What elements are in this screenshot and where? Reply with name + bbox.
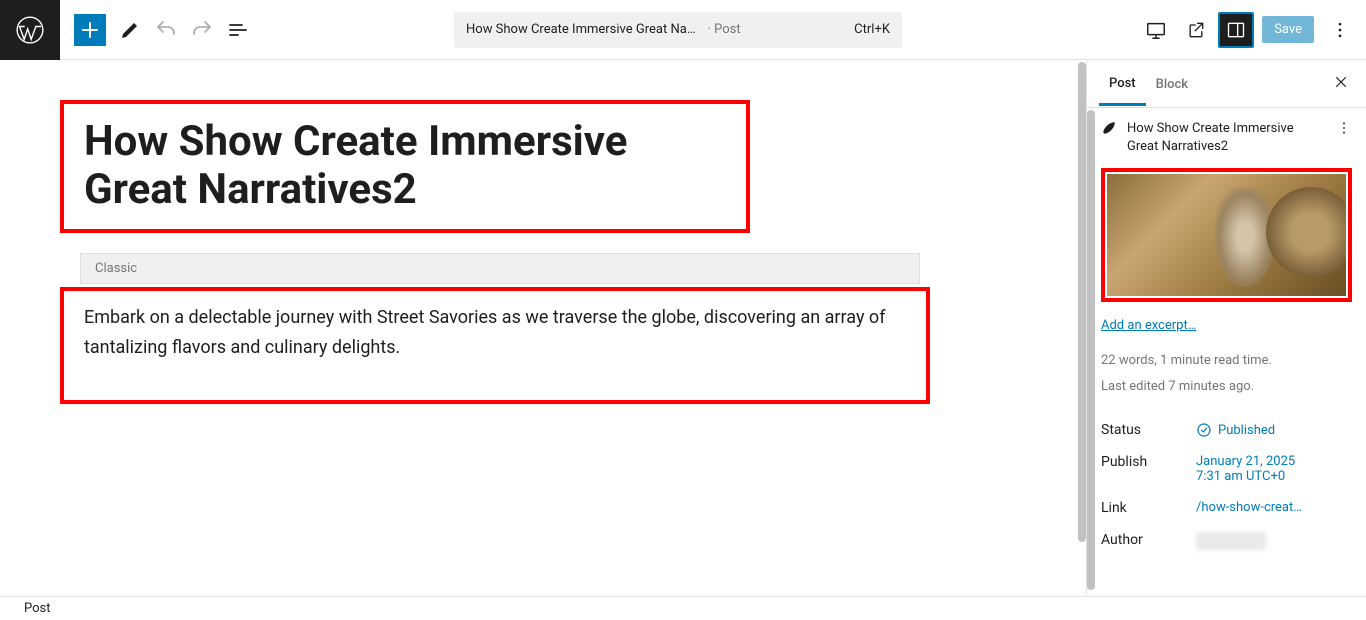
publish-time: 7:31 am UTC+0 <box>1196 469 1352 484</box>
edit-tool-button[interactable] <box>112 12 148 48</box>
last-edited-text: Last edited 7 minutes ago. <box>1101 377 1352 397</box>
status-value[interactable]: Published <box>1196 422 1352 438</box>
content-paragraph: Embark on a delectable journey with Stre… <box>84 303 906 364</box>
author-label: Author <box>1101 532 1196 548</box>
status-label: Status <box>1101 422 1196 438</box>
editor-canvas[interactable]: How Show Create Immersive Great Narrativ… <box>0 60 1086 595</box>
link-label: Link <box>1101 500 1196 516</box>
wordpress-logo[interactable] <box>0 0 60 60</box>
view-external-button[interactable] <box>1178 12 1214 48</box>
document-shortcut: Ctrl+K <box>854 22 890 37</box>
view-desktop-button[interactable] <box>1138 12 1174 48</box>
footer-breadcrumb[interactable]: Post <box>0 596 1366 620</box>
post-title-block[interactable]: How Show Create Immersive Great Narrativ… <box>60 100 750 233</box>
document-title: How Show Create Immersive Great Na… <box>466 22 696 37</box>
redo-button[interactable] <box>184 12 220 48</box>
author-blurred <box>1196 532 1266 550</box>
featured-image <box>1107 174 1346 296</box>
add-excerpt-link[interactable]: Add an excerpt… <box>1101 318 1196 333</box>
editor-scrollbar[interactable] <box>1078 60 1086 595</box>
author-value[interactable] <box>1196 532 1352 550</box>
tab-post[interactable]: Post <box>1099 62 1146 106</box>
editor-scrollbar-thumb[interactable] <box>1078 62 1086 542</box>
classic-block-content[interactable]: Embark on a delectable journey with Stre… <box>60 287 930 404</box>
post-title-text: How Show Create Immersive Great Narrativ… <box>84 118 726 215</box>
document-type: · Post <box>708 22 741 37</box>
link-value[interactable]: /how-show-creat… <box>1196 500 1352 515</box>
word-count-text: 22 words, 1 minute read time. <box>1101 351 1352 371</box>
breadcrumb-post: Post <box>24 601 51 616</box>
document-overview-button[interactable] <box>220 12 256 48</box>
sidebar-scrollbar[interactable] <box>1087 108 1095 498</box>
publish-date: January 21, 2025 <box>1196 454 1352 469</box>
settings-panel-toggle[interactable] <box>1218 12 1254 48</box>
options-menu-button[interactable] <box>1322 12 1358 48</box>
publish-label: Publish <box>1101 454 1196 470</box>
post-type-icon <box>1101 120 1117 140</box>
save-button[interactable]: Save <box>1262 16 1314 43</box>
tab-block[interactable]: Block <box>1146 63 1198 104</box>
add-block-button[interactable] <box>74 14 106 46</box>
document-bar[interactable]: How Show Create Immersive Great Na… · Po… <box>454 12 902 48</box>
close-sidebar-button[interactable] <box>1328 69 1354 99</box>
sidebar-post-title: How Show Create Immersive Great Narrativ… <box>1127 120 1326 156</box>
status-text: Published <box>1218 423 1275 438</box>
undo-button[interactable] <box>148 12 184 48</box>
featured-image-box[interactable] <box>1101 168 1352 302</box>
settings-sidebar: Post Block How Show Create Immersive Gre… <box>1086 60 1366 595</box>
publish-value[interactable]: January 21, 2025 7:31 am UTC+0 <box>1196 454 1352 484</box>
sidebar-scrollbar-thumb[interactable] <box>1087 110 1095 590</box>
classic-block-header[interactable]: Classic <box>80 253 920 284</box>
post-actions-menu[interactable] <box>1336 120 1352 140</box>
